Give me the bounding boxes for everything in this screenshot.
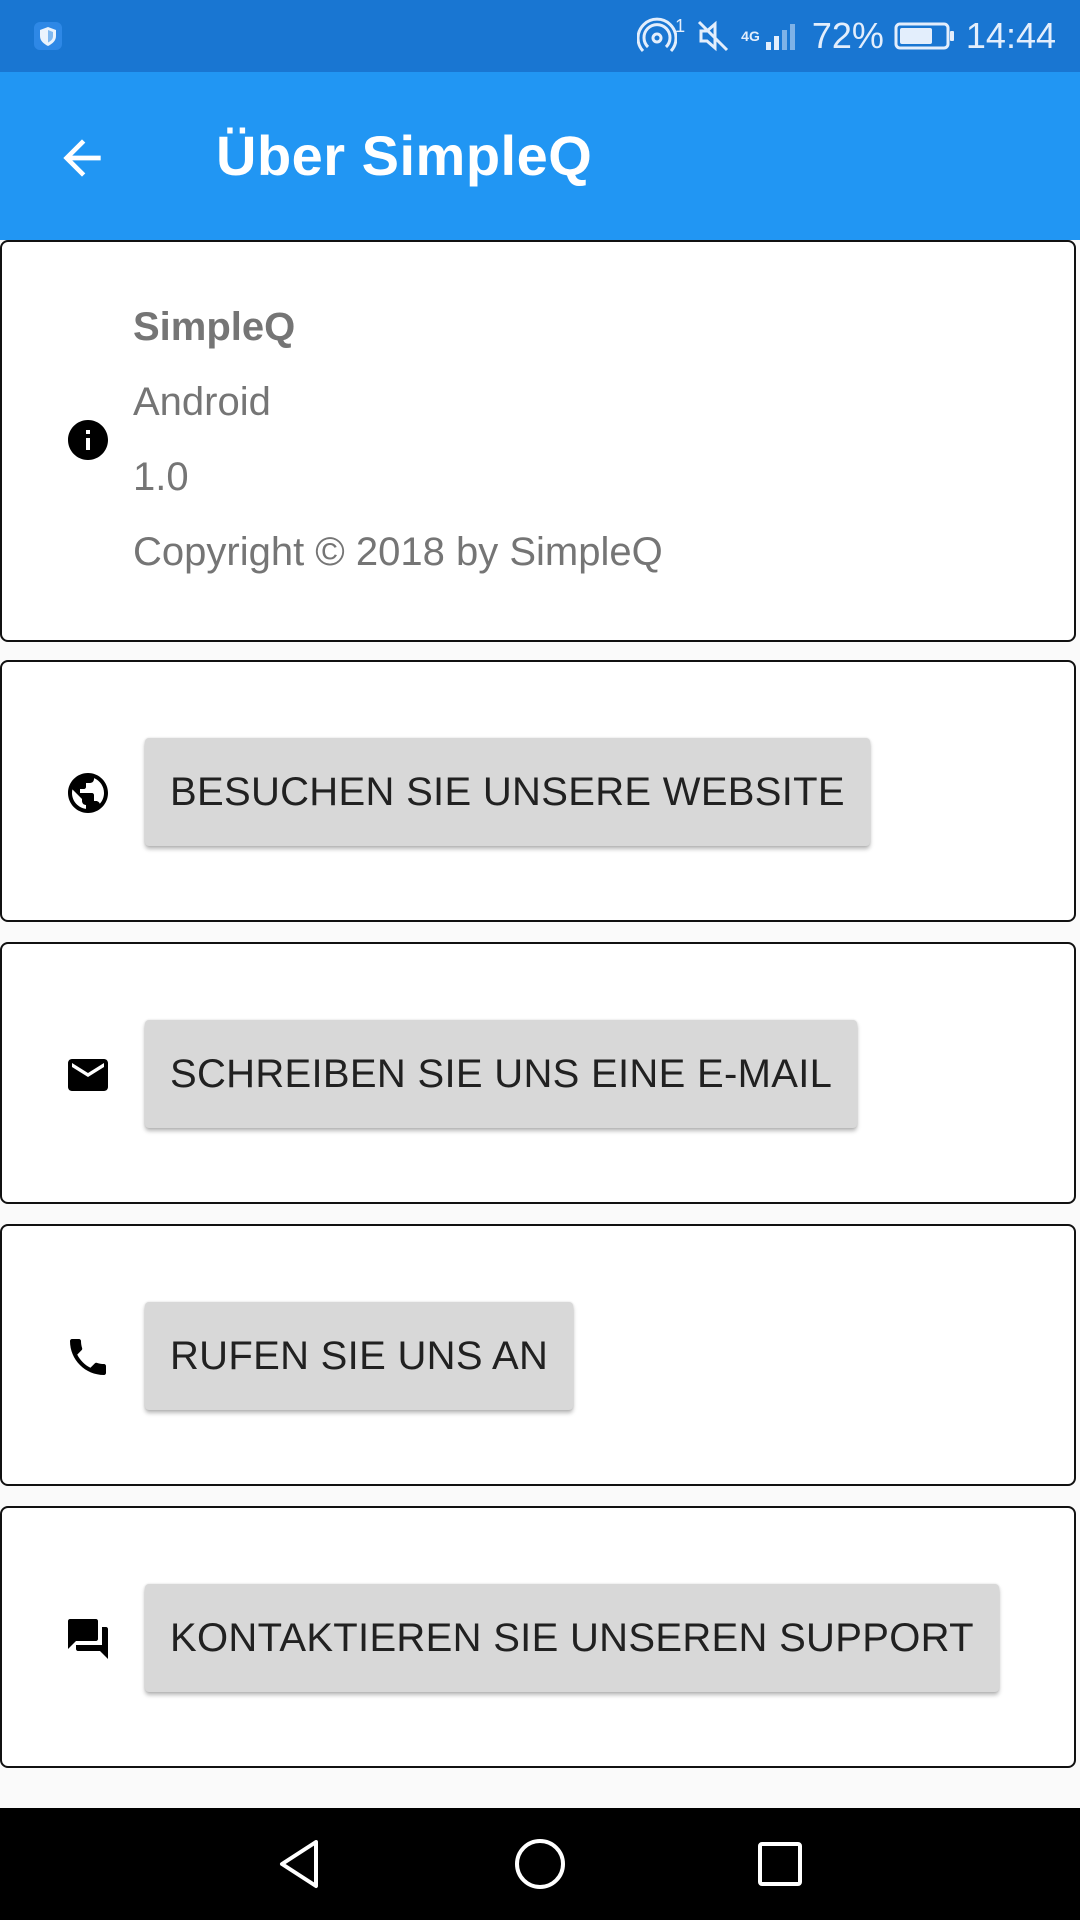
version: 1.0 — [133, 455, 189, 499]
info-icon — [62, 414, 114, 466]
platform: Android — [133, 380, 271, 424]
chat-icon — [62, 1613, 114, 1665]
navigation-bar — [0, 1808, 1080, 1920]
page-title: Über SimpleQ — [216, 124, 593, 187]
phone-card: RUFEN SIE UNS AN — [0, 1224, 1076, 1486]
globe-icon — [62, 767, 114, 819]
website-card: BESUCHEN SIE UNSERE WEBSITE — [0, 660, 1076, 922]
status-bar: 1 4G 72% 14:44 — [0, 0, 1080, 72]
signal-icon: 4G — [741, 18, 802, 54]
email-card: SCHREIBEN SIE UNS EINE E-MAIL — [0, 942, 1076, 1204]
clock: 14:44 — [965, 15, 1056, 56]
send-email-button[interactable]: SCHREIBEN SIE UNS EINE E-MAIL — [145, 1020, 858, 1128]
battery-icon — [894, 20, 956, 52]
recents-square-icon[interactable] — [750, 1834, 810, 1894]
info-card: SimpleQ Android 1.0 Copyright © 2018 by … — [0, 240, 1076, 642]
battery-percent: 72% — [811, 15, 884, 56]
email-icon — [62, 1049, 114, 1101]
hotspot-count: 1 — [675, 16, 686, 36]
info-text: SimpleQ Android 1.0 Copyright © 2018 by … — [133, 302, 663, 602]
network-type: 4G — [741, 28, 760, 44]
shield-icon — [32, 20, 64, 52]
support-card: KONTAKTIEREN SIE UNSEREN SUPPORT — [0, 1506, 1076, 1768]
home-circle-icon[interactable] — [510, 1834, 570, 1894]
mute-icon — [695, 18, 731, 54]
arrow-back-icon — [63, 139, 101, 177]
app-bar: Über SimpleQ — [0, 72, 1080, 240]
app-name: SimpleQ — [133, 305, 296, 349]
call-us-button[interactable]: RUFEN SIE UNS AN — [145, 1302, 574, 1410]
contact-support-button[interactable]: KONTAKTIEREN SIE UNSEREN SUPPORT — [145, 1584, 999, 1692]
status-icons: 1 4G 72% 14:44 — [637, 0, 1056, 72]
hotspot-icon: 1 — [637, 16, 685, 56]
phone-icon — [62, 1331, 114, 1383]
back-triangle-icon[interactable] — [270, 1834, 330, 1894]
copyright: Copyright © 2018 by SimpleQ — [133, 530, 663, 574]
back-button[interactable] — [42, 118, 122, 198]
visit-website-button[interactable]: BESUCHEN SIE UNSERE WEBSITE — [145, 738, 870, 846]
